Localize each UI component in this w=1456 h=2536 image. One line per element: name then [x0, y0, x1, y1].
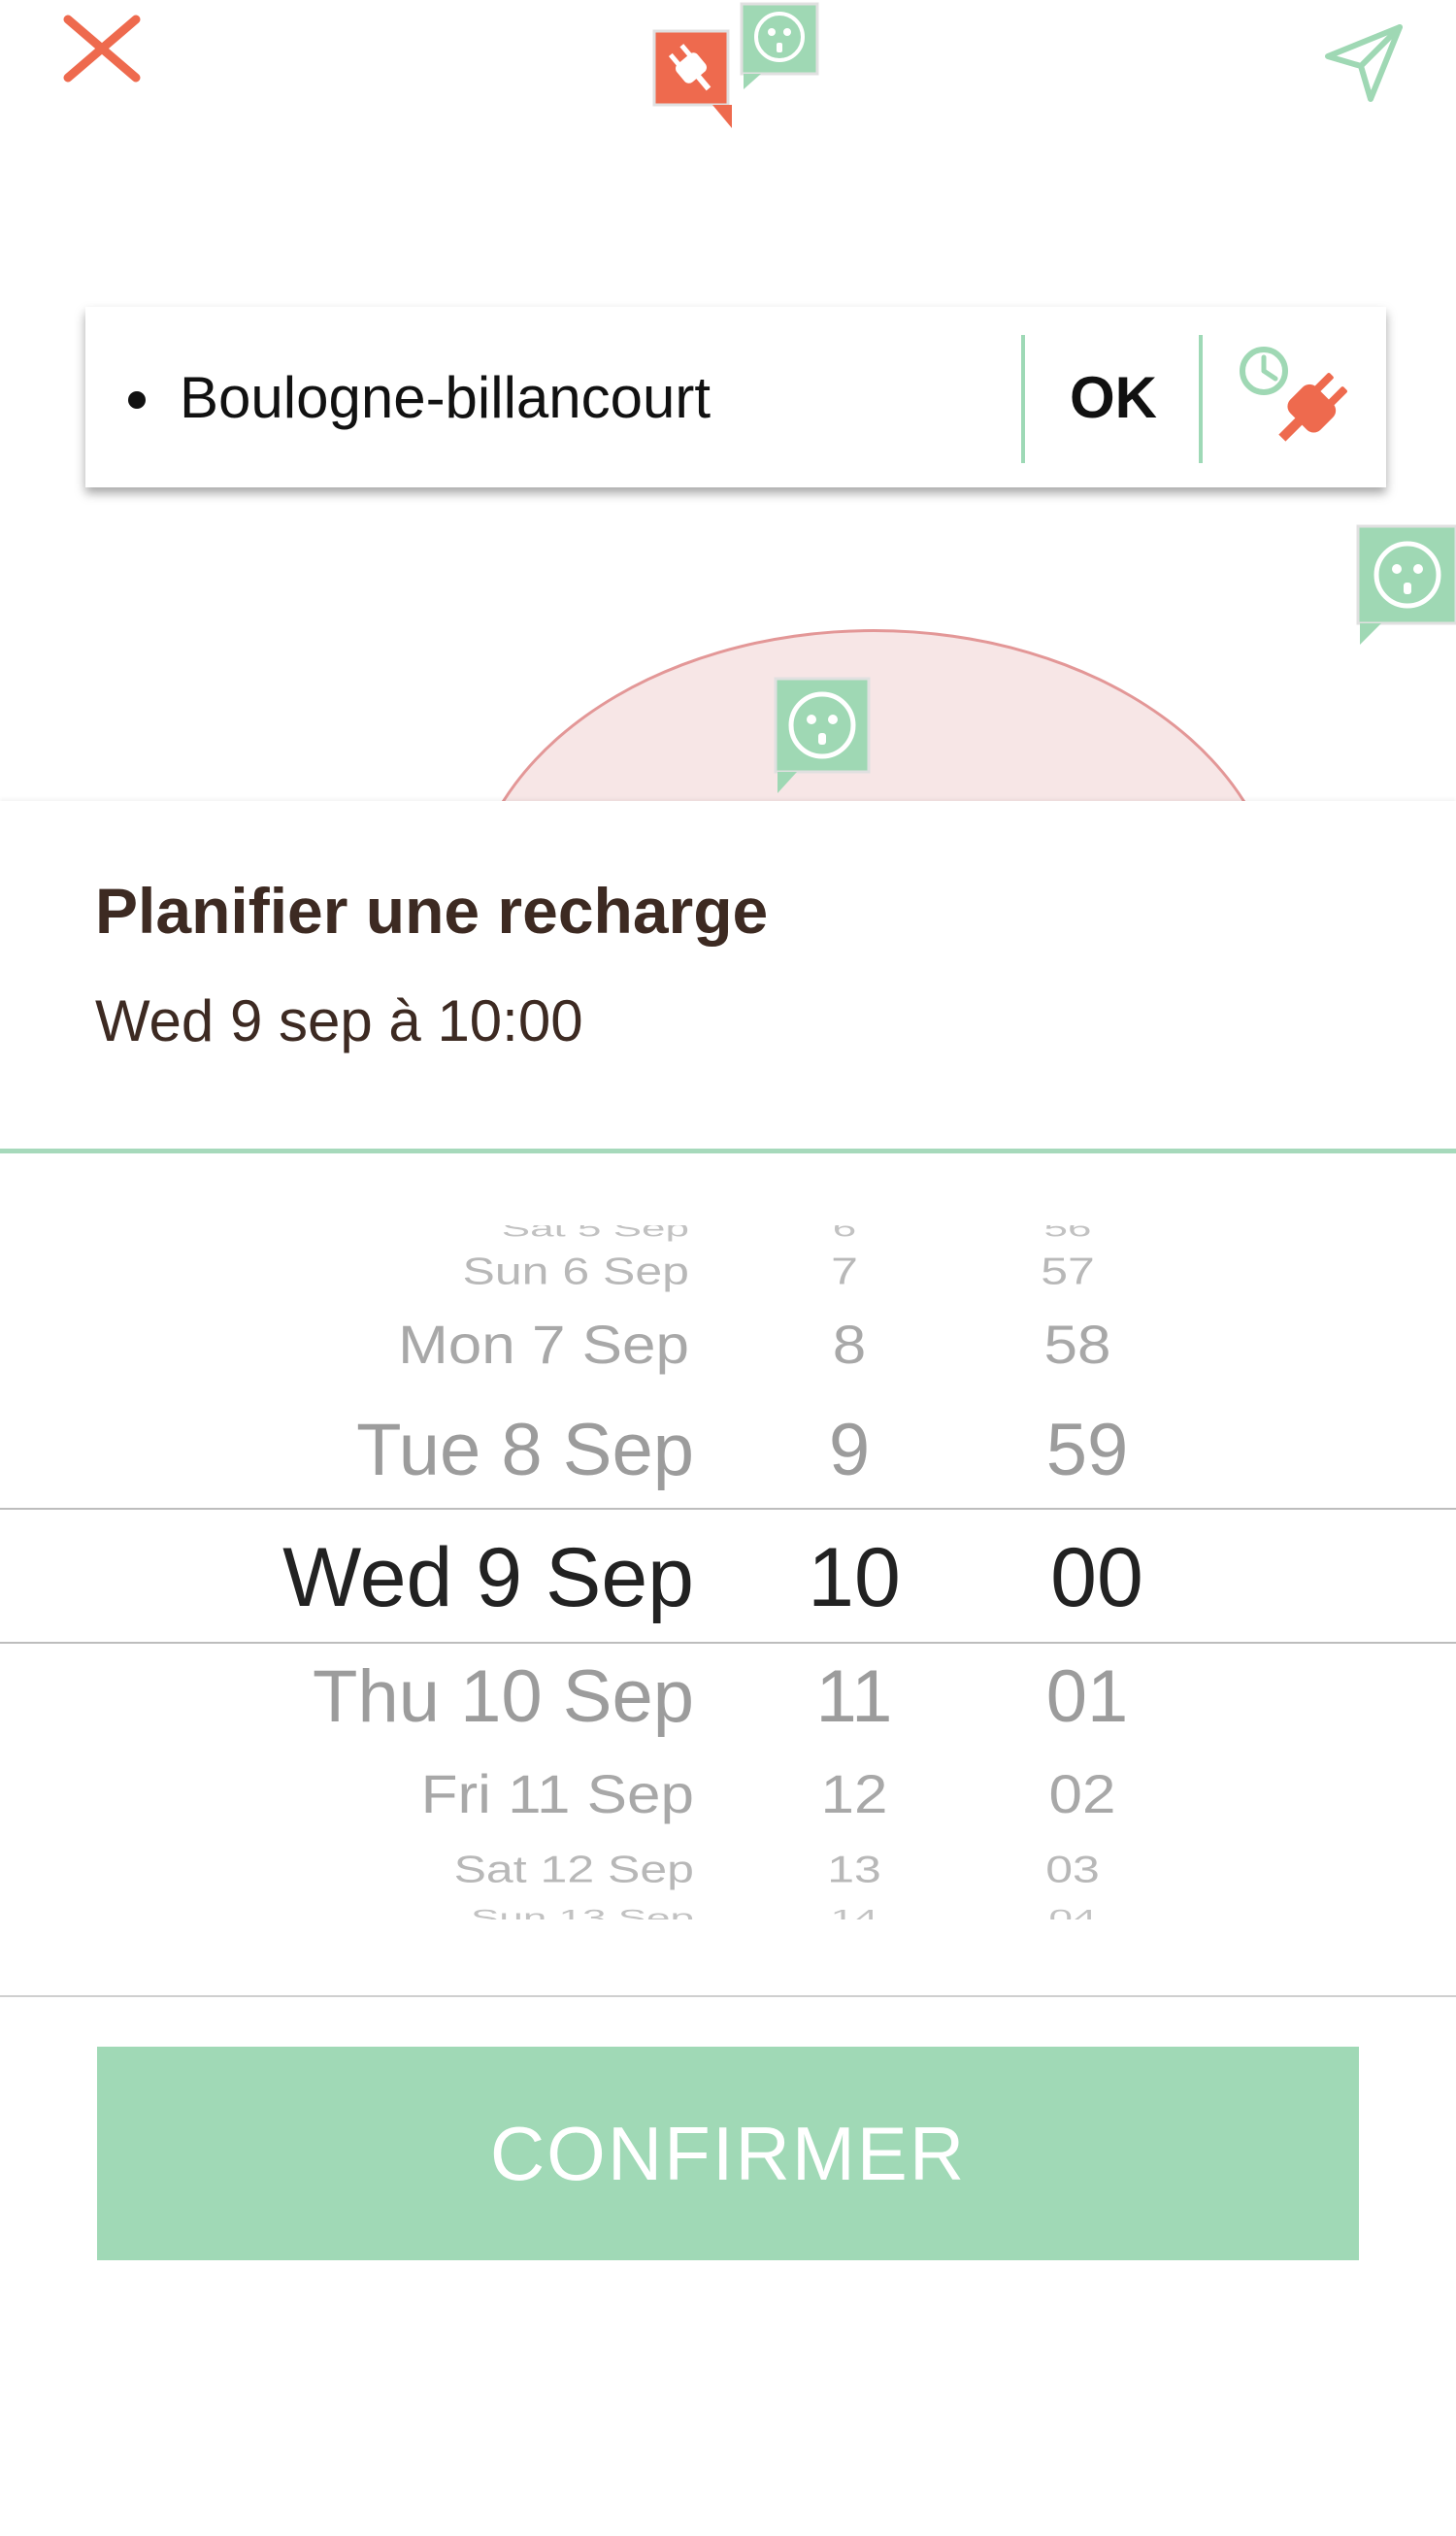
picker-hour-option[interactable]: 12	[796, 1768, 912, 1822]
picker-day-option[interactable]: Sat 5 Sep	[502, 1225, 689, 1241]
picker-selection-bottom-line	[0, 1642, 1456, 1644]
picker-minute-option[interactable]: 58	[1009, 1318, 1145, 1373]
plug-busy-marker-icon[interactable]	[650, 27, 738, 134]
close-icon[interactable]	[58, 10, 146, 97]
map-area[interactable]: Boulogne-billancourt OK	[0, 0, 1456, 801]
ok-button[interactable]: OK	[1029, 340, 1198, 456]
picker-day-option[interactable]: Fri 11 Sep	[421, 1768, 694, 1822]
sheet-subtitle: Wed 9 sep à 10:00	[95, 988, 583, 1053]
picker-minute-option[interactable]: 59	[1009, 1414, 1165, 1487]
clock-plug-icon[interactable]	[1233, 340, 1369, 456]
picker-minute-option[interactable]: 01	[1009, 1660, 1165, 1734]
sheet-separator	[0, 1149, 1456, 1153]
picker-day-option[interactable]: Sun 13 Sep	[471, 1907, 694, 1919]
picker-minute-selected[interactable]: 00	[1019, 1536, 1175, 1619]
picker-selection-top-line	[0, 1508, 1456, 1510]
picker-hour-option[interactable]: 7	[796, 1252, 893, 1290]
location-bullet-icon	[128, 391, 146, 409]
confirm-button[interactable]: CONFIRMER	[97, 2047, 1359, 2260]
picker-day-option[interactable]: Sat 12 Sep	[454, 1851, 694, 1888]
picker-hour-option[interactable]: 11	[796, 1660, 912, 1734]
picker-minute-option[interactable]: 57	[1009, 1252, 1126, 1290]
search-divider	[1199, 335, 1203, 463]
picker-minute-option[interactable]: 03	[1009, 1851, 1136, 1888]
picker-day-option[interactable]: Tue 8 Sep	[356, 1414, 694, 1487]
picker-hour-option[interactable]: 9	[796, 1414, 903, 1487]
picker-hour-option[interactable]: 14	[796, 1907, 912, 1919]
picker-bottom-separator	[0, 1995, 1456, 1997]
picker-day-option[interactable]: Mon 7 Sep	[398, 1318, 689, 1373]
picker-hour-selected[interactable]: 10	[791, 1536, 917, 1619]
charging-zone-circle	[466, 629, 1281, 801]
picker-day-selected[interactable]: Wed 9 Sep	[282, 1536, 694, 1619]
socket-available-marker-icon[interactable]	[1354, 522, 1456, 649]
picker-minute-option[interactable]: 04	[1009, 1907, 1136, 1919]
picker-minute-option[interactable]: 56	[1009, 1225, 1126, 1241]
socket-available-marker-icon[interactable]	[772, 675, 873, 796]
picker-hour-option[interactable]: 6	[796, 1225, 893, 1241]
search-divider	[1021, 335, 1025, 463]
picker-day-option[interactable]: Sun 6 Sep	[462, 1252, 689, 1290]
socket-available-marker-icon[interactable]	[738, 0, 821, 89]
picker-hour-option[interactable]: 13	[796, 1851, 912, 1888]
location-search-input[interactable]: Boulogne-billancourt	[180, 357, 711, 439]
picker-day-option[interactable]: Thu 10 Sep	[313, 1660, 694, 1734]
picker-minute-option[interactable]: 02	[1009, 1768, 1155, 1822]
datetime-picker[interactable]: Sat 5 Sep 6 56 Sun 6 Sep 7 57 Mon 7 Sep …	[0, 1225, 1456, 1919]
picker-hour-option[interactable]: 8	[796, 1318, 903, 1373]
send-icon[interactable]	[1320, 19, 1407, 107]
sheet-title: Planifier une recharge	[95, 875, 769, 947]
